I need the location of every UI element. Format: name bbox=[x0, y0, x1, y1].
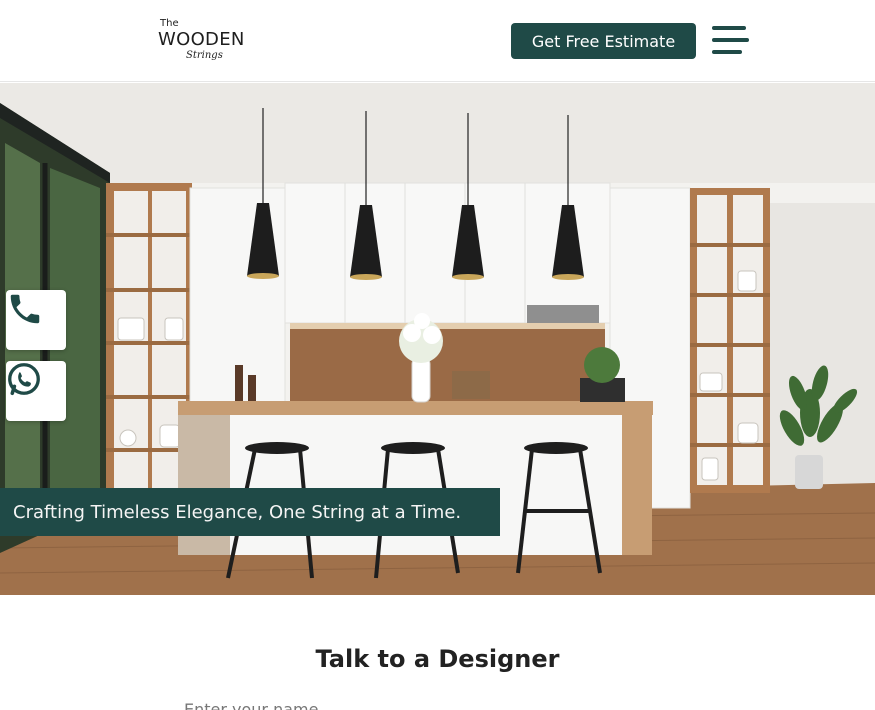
phone-icon bbox=[10, 294, 40, 324]
menu-icon[interactable] bbox=[712, 25, 749, 57]
menu-icon-bar bbox=[712, 38, 749, 42]
whatsapp-icon bbox=[8, 363, 40, 396]
menu-icon-bar bbox=[712, 26, 746, 30]
logo-line-the: The bbox=[160, 18, 179, 29]
menu-icon-bar bbox=[712, 50, 742, 54]
hero-tagline: Crafting Timeless Elegance, One String a… bbox=[0, 488, 500, 536]
brand-logo[interactable]: The WOODEN Strings bbox=[158, 18, 250, 64]
name-input[interactable] bbox=[184, 694, 694, 710]
whatsapp-chat-button[interactable] bbox=[6, 361, 66, 421]
logo-line-wooden: WOODEN bbox=[158, 29, 245, 50]
get-free-estimate-button[interactable]: Get Free Estimate bbox=[511, 23, 696, 59]
phone-call-button[interactable] bbox=[6, 290, 66, 350]
talk-to-designer-title: Talk to a Designer bbox=[315, 645, 560, 673]
site-header: The WOODEN Strings Get Free Estimate bbox=[0, 0, 875, 82]
hero-banner: Crafting Timeless Elegance, One String a… bbox=[0, 83, 875, 595]
logo-line-strings: Strings bbox=[186, 50, 223, 61]
